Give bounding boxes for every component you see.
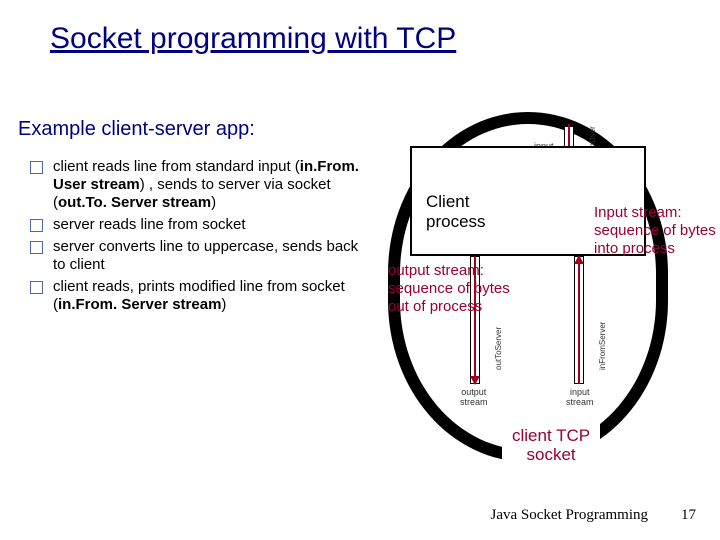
output-stream-caption: output stream:sequence of bytesout of pr…	[388, 262, 510, 316]
bullet-square-icon	[30, 219, 43, 232]
bullet-text: server converts line to uppercase, sends…	[53, 238, 370, 274]
label-outtoserver: outToServer	[494, 327, 503, 370]
label-infromserver: inFromServer	[598, 322, 607, 370]
process-diagram: inputstream inFromUser Clientprocess out…	[388, 112, 710, 470]
bullet-item: server converts line to uppercase, sends…	[30, 238, 370, 274]
footer-text: Java Socket Programming	[491, 507, 648, 524]
slide: Socket programming with TCP Example clie…	[0, 0, 720, 540]
process-label: Clientprocess	[422, 190, 490, 233]
arrow-up-icon	[578, 256, 580, 384]
bullet-square-icon	[30, 161, 43, 174]
bullet-item: server reads line from socket	[30, 216, 370, 234]
input-stream-caption: Input stream:sequence of bytesinto proce…	[594, 204, 720, 258]
bullet-list: client reads line from standard input (i…	[30, 158, 370, 318]
example-subtitle: Example client-server app:	[18, 118, 255, 141]
process-label-text: Clientprocess	[426, 192, 486, 231]
label-output-stream: outputstream	[458, 388, 490, 408]
socket-label: client TCPsocket	[502, 423, 600, 468]
bullet-item: client reads line from standard input (i…	[30, 158, 370, 212]
bullet-item: client reads, prints modified line from …	[30, 278, 370, 314]
label-input-stream-bottom: inputstream	[564, 388, 596, 408]
bullet-square-icon	[30, 281, 43, 294]
bullet-text: server reads line from socket	[53, 216, 370, 234]
slide-title: Socket programming with TCP	[50, 22, 456, 56]
bullet-text: client reads, prints modified line from …	[53, 278, 370, 314]
page-number: 17	[681, 507, 696, 524]
bullet-text: client reads line from standard input (i…	[53, 158, 370, 212]
bullet-square-icon	[30, 241, 43, 254]
